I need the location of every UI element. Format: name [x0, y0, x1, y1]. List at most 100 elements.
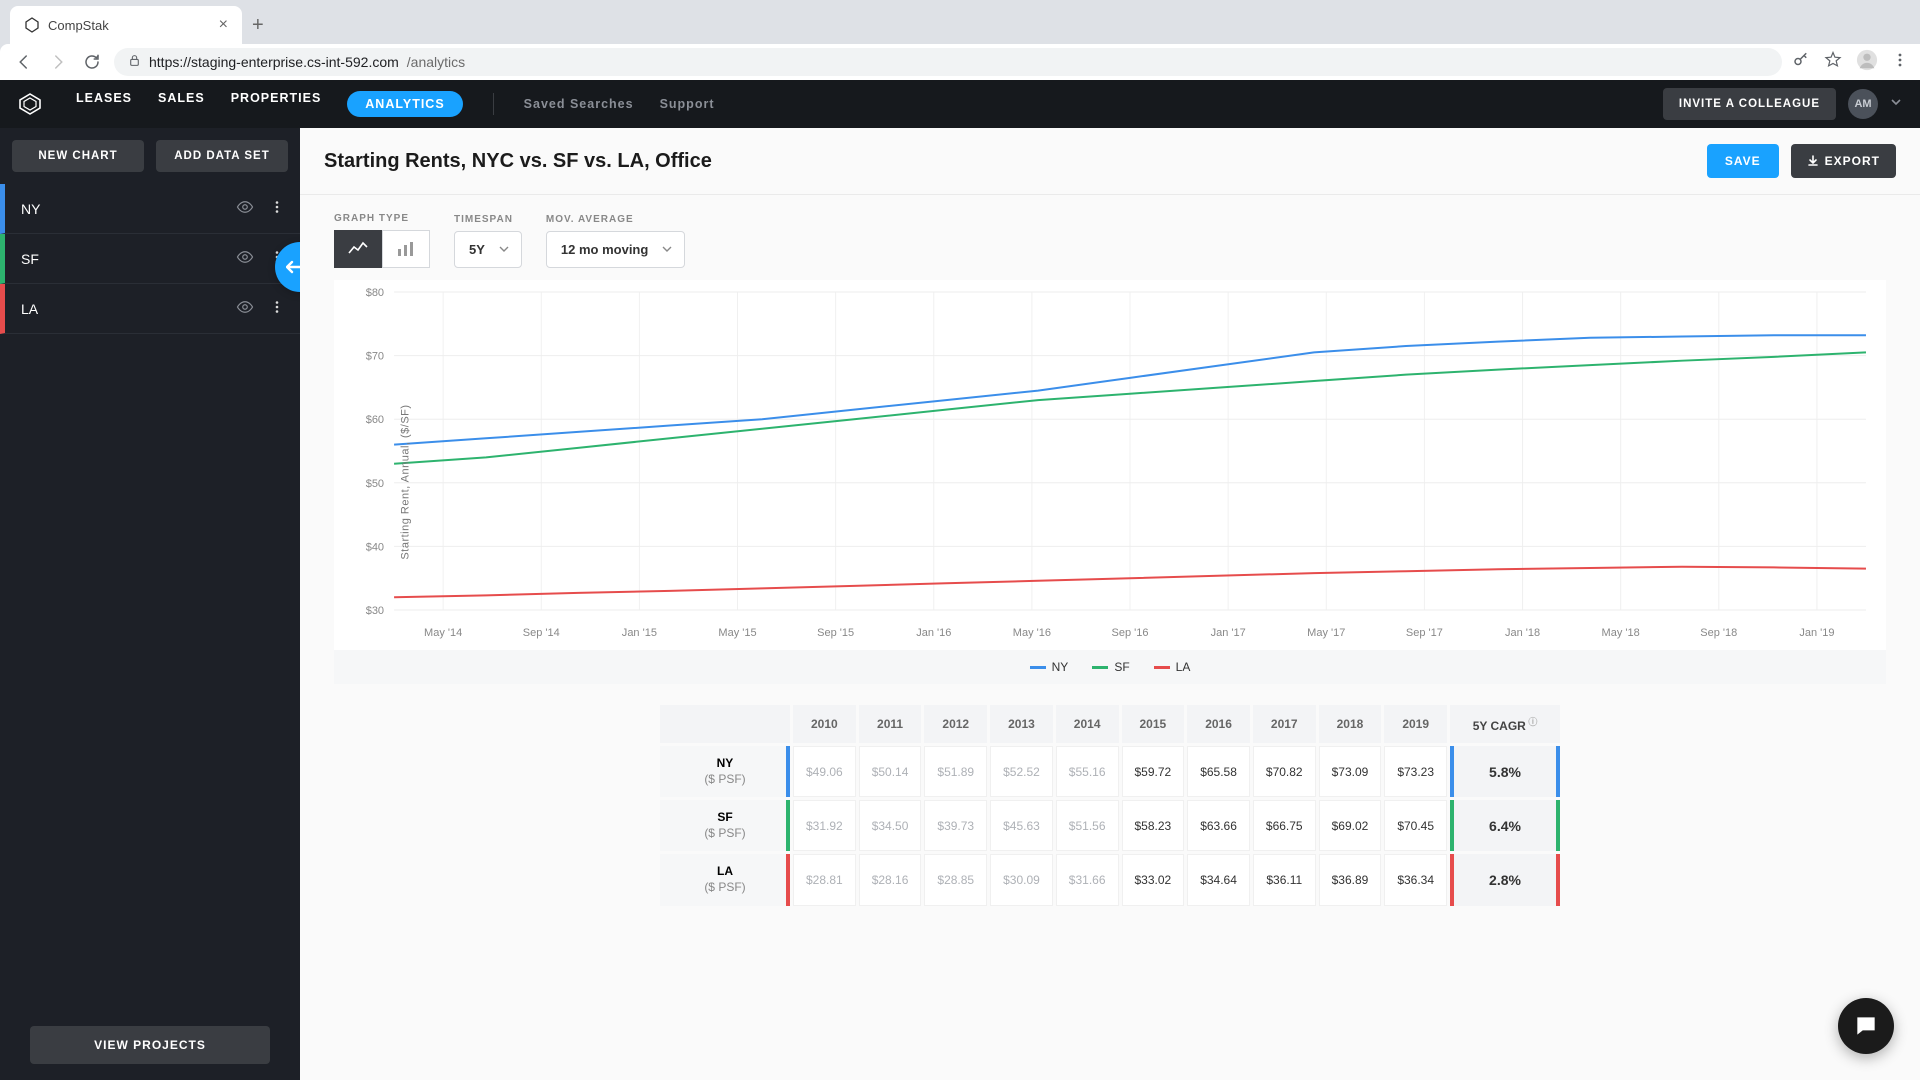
- svg-text:Jan '15: Jan '15: [622, 627, 657, 639]
- logo[interactable]: [18, 92, 42, 116]
- table-cell: $73.09: [1319, 746, 1382, 797]
- back-icon[interactable]: [12, 50, 36, 74]
- chevron-down-icon[interactable]: [1890, 95, 1902, 113]
- view-projects-button[interactable]: VIEW PROJECTS: [30, 1026, 270, 1064]
- star-icon[interactable]: [1824, 51, 1842, 74]
- table-cell: $34.50: [859, 800, 922, 851]
- data-table-wrap: 2010201120122013201420152016201720182019…: [300, 684, 1920, 927]
- legend: NY SF LA: [334, 650, 1886, 684]
- line-chart-icon: [348, 241, 368, 257]
- nav-leases[interactable]: LEASES: [76, 91, 132, 117]
- eye-icon[interactable]: [236, 248, 254, 269]
- svg-text:Sep '18: Sep '18: [1700, 627, 1737, 639]
- nav-properties[interactable]: PROPERTIES: [231, 91, 322, 117]
- table-cell: $34.64: [1187, 854, 1250, 905]
- graph-type-bar[interactable]: [382, 230, 430, 268]
- nav-analytics[interactable]: ANALYTICS: [347, 91, 462, 117]
- more-icon[interactable]: [270, 300, 284, 317]
- menu-icon[interactable]: [1892, 52, 1908, 73]
- dataset-list: NY SF LA: [0, 184, 300, 334]
- nav-saved-searches[interactable]: Saved Searches: [524, 97, 634, 111]
- svg-text:Sep '16: Sep '16: [1112, 627, 1149, 639]
- table-cell: $28.16: [859, 854, 922, 905]
- table-cell: $30.09: [990, 854, 1053, 905]
- table-row: NY($ PSF)$49.06$50.14$51.89$52.52$55.16$…: [660, 746, 1560, 797]
- tab-bar: CompStak × +: [0, 0, 1920, 44]
- key-icon[interactable]: [1792, 51, 1810, 74]
- cagr-cell: 6.4%: [1450, 800, 1560, 851]
- table-cell: $31.66: [1056, 854, 1119, 905]
- chevron-down-icon: [499, 242, 509, 257]
- svg-text:May '17: May '17: [1307, 627, 1345, 639]
- url-field[interactable]: https://staging-enterprise.cs-int-592.co…: [114, 48, 1782, 76]
- dataset-label: LA: [21, 301, 236, 317]
- primary-nav: LEASES SALES PROPERTIES ANALYTICS: [76, 91, 463, 117]
- lock-icon: [128, 54, 141, 70]
- nav-sales[interactable]: SALES: [158, 91, 205, 117]
- close-icon[interactable]: ×: [219, 16, 228, 34]
- app-nav: LEASES SALES PROPERTIES ANALYTICS Saved …: [0, 80, 1920, 128]
- svg-text:May '15: May '15: [718, 627, 756, 639]
- browser-tab[interactable]: CompStak ×: [10, 6, 242, 44]
- dataset-item-sf[interactable]: SF: [0, 234, 300, 284]
- forward-icon[interactable]: [46, 50, 70, 74]
- legend-item: NY: [1030, 660, 1069, 674]
- avatar[interactable]: AM: [1848, 89, 1878, 119]
- chrome-right-icons: [1792, 49, 1908, 76]
- table-cell: $70.82: [1253, 746, 1316, 797]
- table-cell: $51.56: [1056, 800, 1119, 851]
- mov-avg-label: MOV. AVERAGE: [546, 214, 685, 225]
- reload-icon[interactable]: [80, 50, 104, 74]
- table-cell: $70.45: [1384, 800, 1447, 851]
- table-corner: [660, 705, 790, 743]
- svg-text:Jan '19: Jan '19: [1799, 627, 1834, 639]
- profile-icon[interactable]: [1856, 49, 1878, 76]
- svg-text:May '18: May '18: [1602, 627, 1640, 639]
- more-icon[interactable]: [270, 200, 284, 217]
- page-title: Starting Rents, NYC vs. SF vs. LA, Offic…: [324, 150, 712, 173]
- svg-text:Jan '16: Jan '16: [916, 627, 951, 639]
- legend-item: LA: [1154, 660, 1191, 674]
- address-bar: https://staging-enterprise.cs-int-592.co…: [0, 44, 1920, 80]
- legend-item: SF: [1092, 660, 1129, 674]
- export-label: EXPORT: [1825, 154, 1880, 168]
- table-cell: $59.72: [1122, 746, 1185, 797]
- chevron-down-icon: [662, 242, 672, 257]
- cagr-cell: 5.8%: [1450, 746, 1560, 797]
- row-label: NY($ PSF): [660, 746, 790, 797]
- graph-type-line[interactable]: [334, 230, 382, 268]
- new-tab-button[interactable]: +: [252, 14, 264, 37]
- svg-text:Sep '17: Sep '17: [1406, 627, 1443, 639]
- main: NEW CHART ADD DATA SET NY SF LA VIEW PRO…: [0, 128, 1920, 1080]
- table-cell: $36.34: [1384, 854, 1447, 905]
- mov-avg-select[interactable]: 12 mo moving: [546, 231, 685, 268]
- new-chart-button[interactable]: NEW CHART: [12, 140, 144, 172]
- controls: GRAPH TYPE TIMESPAN 5Y MOV. A: [300, 195, 1920, 268]
- invite-button[interactable]: INVITE A COLLEAGUE: [1663, 88, 1836, 120]
- table-row: SF($ PSF)$31.92$34.50$39.73$45.63$51.56$…: [660, 800, 1560, 851]
- eye-icon[interactable]: [236, 198, 254, 219]
- save-button[interactable]: SAVE: [1707, 144, 1779, 178]
- svg-text:Sep '15: Sep '15: [817, 627, 854, 639]
- table-cell: $63.66: [1187, 800, 1250, 851]
- add-dataset-button[interactable]: ADD DATA SET: [156, 140, 288, 172]
- table-cell: $39.73: [924, 800, 987, 851]
- table-cell: $51.89: [924, 746, 987, 797]
- eye-icon[interactable]: [236, 298, 254, 319]
- chat-button[interactable]: [1838, 998, 1894, 1054]
- svg-text:May '16: May '16: [1013, 627, 1051, 639]
- table-cell: $31.92: [793, 800, 856, 851]
- svg-text:$60: $60: [366, 414, 384, 426]
- row-label: LA($ PSF): [660, 854, 790, 905]
- timespan-select[interactable]: 5Y: [454, 231, 522, 268]
- url-host: https://staging-enterprise.cs-int-592.co…: [149, 54, 399, 70]
- svg-text:$70: $70: [366, 351, 384, 363]
- dataset-item-la[interactable]: LA: [0, 284, 300, 334]
- dataset-item-ny[interactable]: NY: [0, 184, 300, 234]
- svg-text:Sep '14: Sep '14: [523, 627, 560, 639]
- export-button[interactable]: EXPORT: [1791, 144, 1896, 178]
- nav-right: INVITE A COLLEAGUE AM: [1663, 88, 1902, 120]
- table-cell: $28.81: [793, 854, 856, 905]
- svg-text:$30: $30: [366, 605, 384, 617]
- nav-support[interactable]: Support: [660, 97, 715, 111]
